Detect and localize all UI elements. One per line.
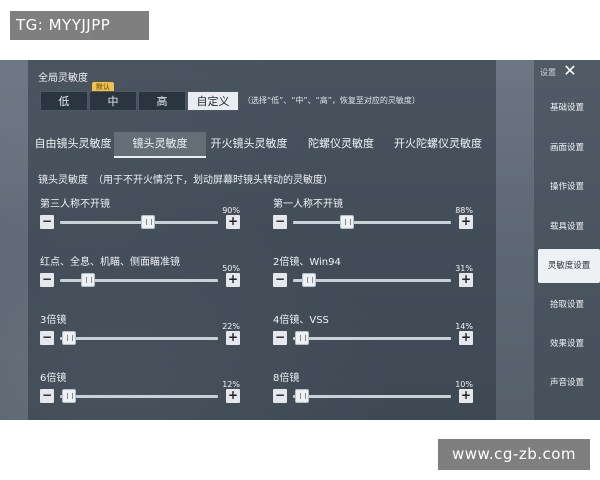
site-watermark: www.cg-zb.com xyxy=(438,439,590,470)
minus-button[interactable]: − xyxy=(40,389,54,403)
slider-thumb[interactable] xyxy=(81,273,96,287)
plus-button[interactable]: + xyxy=(226,215,240,229)
tab-gyroscope[interactable]: 陀螺仪灵敏度 xyxy=(294,132,388,158)
plus-button[interactable]: + xyxy=(459,389,473,403)
close-icon[interactable]: ✕ xyxy=(562,63,578,79)
sidebar-item-basic[interactable]: 基础设置 xyxy=(534,91,600,125)
tab-fire-camera[interactable]: 开火镜头灵敏度 xyxy=(206,132,292,158)
slider-track[interactable] xyxy=(60,389,218,403)
slider-track[interactable] xyxy=(293,331,451,345)
slider-label: 4倍镜、VSS xyxy=(273,315,329,326)
tab-free-camera[interactable]: 自由镜头灵敏度 xyxy=(28,132,118,158)
sidebar-item-audio[interactable]: 声音设置 xyxy=(534,366,600,400)
slider-6x-scope: 6倍镜 12% − + xyxy=(40,369,240,409)
preset-hint: （选择“低”、“中”、“高”，恢复至对应的灵敏度） xyxy=(243,96,420,105)
plus-button[interactable]: + xyxy=(459,273,473,287)
preset-high-button[interactable]: 高 xyxy=(138,91,186,111)
slider-label: 8倍镜 xyxy=(273,373,300,384)
slider-thumb[interactable] xyxy=(295,389,310,403)
plus-button[interactable]: + xyxy=(226,273,240,287)
slider-track[interactable] xyxy=(60,215,218,229)
plus-button[interactable]: + xyxy=(459,215,473,229)
slider-label: 红点、全息、机瞄、侧面瞄准镜 xyxy=(40,257,180,268)
minus-button[interactable]: − xyxy=(40,273,54,287)
preset-low-button[interactable]: 低 xyxy=(40,91,88,111)
slider-label: 6倍镜 xyxy=(40,373,67,384)
slider-thumb[interactable] xyxy=(62,389,77,403)
slider-label: 2倍镜、Win94 xyxy=(273,257,341,268)
section-title: 镜头灵敏度 （用于不开火情况下，划动屏幕时镜头转动的灵敏度） xyxy=(38,175,333,186)
plus-button[interactable]: + xyxy=(459,331,473,345)
slider-track[interactable] xyxy=(60,273,218,287)
slider-2x-scope: 2倍镜、Win94 31% − + xyxy=(273,253,473,293)
slider-track[interactable] xyxy=(293,273,451,287)
preset-medium-button[interactable]: 中 xyxy=(89,91,137,111)
global-sensitivity-title: 全局灵敏度 xyxy=(38,73,88,84)
plus-button[interactable]: + xyxy=(226,389,240,403)
slider-4x-scope: 4倍镜、VSS 14% − + xyxy=(273,311,473,351)
slider-thumb[interactable] xyxy=(295,331,310,345)
minus-button[interactable]: − xyxy=(273,215,287,229)
sidebar-item-sensitivity[interactable]: 灵敏度设置 xyxy=(538,249,600,283)
tab-fire-gyroscope[interactable]: 开火陀螺仪灵敏度 xyxy=(380,132,496,158)
sidebar-item-pickup[interactable]: 拾取设置 xyxy=(534,288,600,322)
slider-first-person-no-scope: 第一人称不开镜 88% − + xyxy=(273,195,473,235)
slider-third-person-no-scope: 第三人称不开镜 90% − + xyxy=(40,195,240,235)
game-settings-screen: 全局灵敏度 默认 低 中 高 自定义 （选择“低”、“中”、“高”，恢复至对应的… xyxy=(0,60,600,420)
slider-label: 3倍镜 xyxy=(40,315,67,326)
slider-label: 第三人称不开镜 xyxy=(40,199,110,210)
minus-button[interactable]: − xyxy=(273,273,287,287)
slider-track[interactable] xyxy=(293,215,451,229)
sidebar-item-graphics[interactable]: 画面设置 xyxy=(534,131,600,165)
slider-8x-scope: 8倍镜 10% − + xyxy=(273,369,473,409)
sidebar-item-controls[interactable]: 操作设置 xyxy=(534,170,600,204)
sensitivity-tabs: 自由镜头灵敏度 镜头灵敏度 开火镜头灵敏度 陀螺仪灵敏度 开火陀螺仪灵敏度 xyxy=(28,132,496,158)
minus-button[interactable]: − xyxy=(273,331,287,345)
slider-3x-scope: 3倍镜 22% − + xyxy=(40,311,240,351)
slider-label: 第一人称不开镜 xyxy=(273,199,343,210)
minus-button[interactable]: − xyxy=(273,389,287,403)
slider-track[interactable] xyxy=(60,331,218,345)
plus-button[interactable]: + xyxy=(226,331,240,345)
minus-button[interactable]: − xyxy=(40,215,54,229)
settings-label: 设置 xyxy=(540,68,556,77)
settings-panel xyxy=(28,60,496,420)
tab-camera[interactable]: 镜头灵敏度 xyxy=(114,132,206,158)
slider-thumb[interactable] xyxy=(301,273,316,287)
sidebar-item-vehicle[interactable]: 载具设置 xyxy=(534,210,600,244)
sidebar-item-effects[interactable]: 效果设置 xyxy=(534,327,600,361)
minus-button[interactable]: − xyxy=(40,331,54,345)
slider-red-dot-holo: 红点、全息、机瞄、侧面瞄准镜 50% − + xyxy=(40,253,240,293)
preset-custom-button[interactable]: 自定义 xyxy=(187,91,239,111)
slider-track[interactable] xyxy=(293,389,451,403)
slider-thumb[interactable] xyxy=(141,215,156,229)
slider-thumb[interactable] xyxy=(62,331,77,345)
slider-thumb[interactable] xyxy=(339,215,354,229)
tg-watermark: TG: MYYJJPP xyxy=(10,11,149,40)
